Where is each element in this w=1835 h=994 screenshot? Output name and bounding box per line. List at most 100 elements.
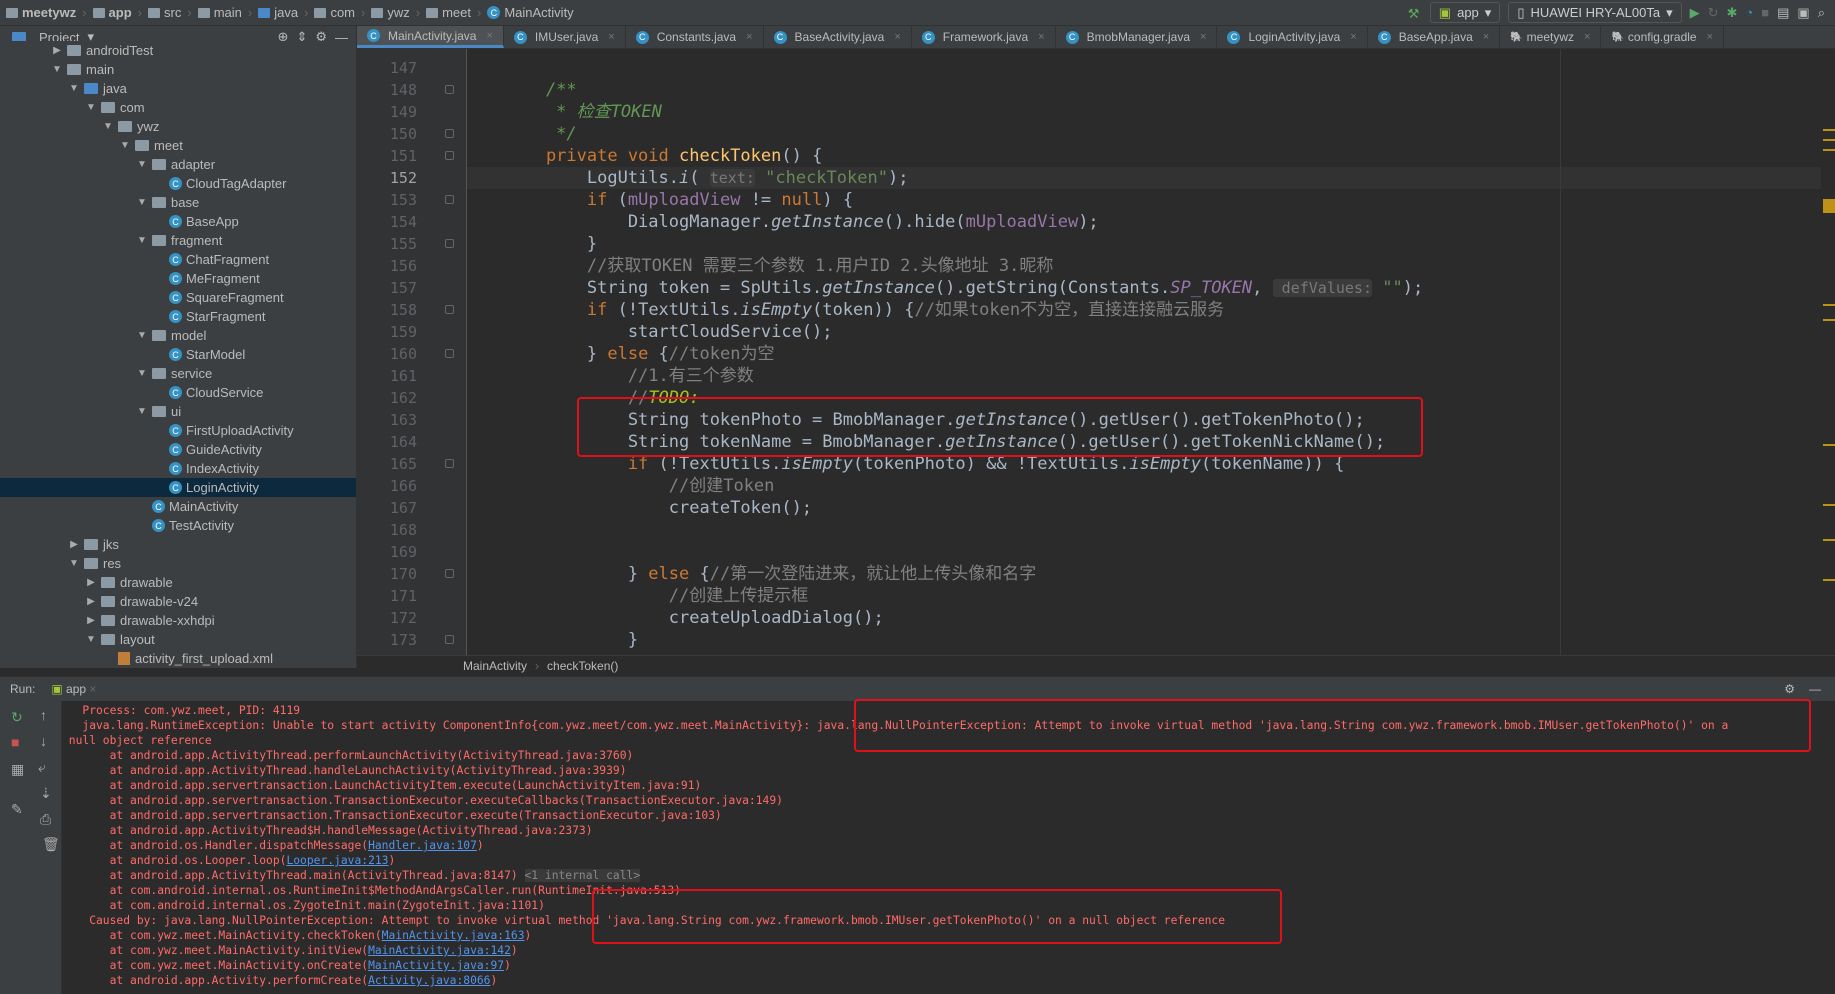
scroll-end-icon[interactable]: ⇣: [40, 785, 52, 802]
fold-marker-icon[interactable]: [445, 195, 454, 204]
tree-item[interactable]: ▼ java: [0, 79, 356, 98]
breadcrumb-item[interactable]: com ›: [314, 5, 365, 20]
chevron-down-icon[interactable]: ▼: [85, 102, 97, 113]
chevron-right-icon[interactable]: ▶: [51, 45, 63, 56]
chevron-right-icon[interactable]: ▶: [85, 596, 97, 607]
tab-constants-java[interactable]: C Constants.java ×: [626, 26, 764, 48]
tree-item[interactable]: C MeFragment: [0, 269, 356, 288]
debug-icon[interactable]: ✱: [1727, 5, 1738, 21]
tab-baseapp-java[interactable]: C BaseApp.java ×: [1368, 26, 1501, 48]
build-hammer-icon[interactable]: ⚒: [1408, 6, 1422, 21]
chevron-down-icon[interactable]: ▼: [68, 83, 80, 94]
chevron-down-icon[interactable]: ▼: [136, 406, 148, 417]
chevron-down-icon[interactable]: ▼: [136, 368, 148, 379]
rerun-icon[interactable]: ↻: [1708, 5, 1719, 21]
close-icon[interactable]: ×: [894, 31, 900, 43]
fold-marker-icon[interactable]: [445, 569, 454, 578]
tree-item[interactable]: C LoginActivity: [0, 478, 356, 497]
minimize-icon[interactable]: —: [1809, 682, 1821, 696]
close-icon[interactable]: ×: [746, 31, 752, 43]
run-tab-app[interactable]: ▣ app ×: [51, 682, 96, 696]
chevron-down-icon[interactable]: ▼: [119, 140, 131, 151]
pin-icon[interactable]: ✎: [11, 801, 23, 818]
fold-marker-icon[interactable]: [445, 129, 454, 138]
close-icon[interactable]: ×: [1584, 31, 1590, 43]
tree-item[interactable]: C BaseApp: [0, 212, 356, 231]
close-icon[interactable]: ×: [1483, 31, 1489, 43]
tab-loginactivity-java[interactable]: C LoginActivity.java ×: [1217, 26, 1368, 48]
tree-item[interactable]: C GuideActivity: [0, 440, 356, 459]
tree-item[interactable]: ▼ res: [0, 554, 356, 573]
tree-item[interactable]: C SquareFragment: [0, 288, 356, 307]
close-icon[interactable]: ×: [608, 31, 614, 43]
breadcrumb-class[interactable]: MainActivity: [463, 659, 527, 673]
tree-item[interactable]: ▼ model: [0, 326, 356, 345]
close-icon[interactable]: ×: [1350, 31, 1356, 43]
stack-trace-link[interactable]: Handler.java:107: [368, 839, 477, 852]
tab-meetywz[interactable]: 🐘 meetywz ×: [1500, 26, 1602, 48]
fold-marker-icon[interactable]: [445, 349, 454, 358]
breadcrumb-item[interactable]: main ›: [197, 5, 252, 20]
tree-item[interactable]: ▼ fragment: [0, 231, 356, 250]
tree-item[interactable]: ▼ ywz: [0, 117, 356, 136]
profile-icon[interactable]: ◔: [1745, 5, 1753, 20]
tab-baseactivity-java[interactable]: C BaseActivity.java ×: [764, 26, 912, 48]
tree-item[interactable]: C TestActivity: [0, 516, 356, 535]
editor-scrollbar[interactable]: [1821, 49, 1835, 655]
layout-icon[interactable]: ▦: [11, 761, 24, 778]
stop-icon[interactable]: ■: [11, 734, 19, 750]
chevron-right-icon[interactable]: ▶: [85, 577, 97, 588]
tree-item[interactable]: ▼ com: [0, 98, 356, 117]
tree-item[interactable]: C StarFragment: [0, 307, 356, 326]
stack-trace-link[interactable]: MainActivity.java:97: [368, 959, 504, 972]
chevron-down-icon[interactable]: ▼: [136, 159, 148, 170]
tree-item[interactable]: ▶ drawable: [0, 573, 356, 592]
rerun-icon[interactable]: ↻: [11, 709, 23, 726]
run-config-select[interactable]: ▣ app ▾: [1429, 2, 1501, 23]
close-icon[interactable]: ×: [1038, 31, 1044, 43]
tree-item[interactable]: C CloudTagAdapter: [0, 174, 356, 193]
tree-item[interactable]: ▶ jks: [0, 535, 356, 554]
tree-item[interactable]: C ChatFragment: [0, 250, 356, 269]
avd-manager-icon[interactable]: ▣: [1797, 5, 1809, 21]
breadcrumb-item[interactable]: src ›: [148, 5, 192, 20]
stop-icon[interactable]: ■: [1761, 5, 1769, 20]
tree-item[interactable]: ▶ drawable-xxhdpi: [0, 611, 356, 630]
fold-marker-icon[interactable]: [445, 635, 454, 644]
soft-wrap-icon[interactable]: ⤶: [38, 759, 46, 776]
breadcrumb-item[interactable]: C MainActivity: [487, 5, 574, 20]
device-select[interactable]: ▯ HUAWEI HRY-AL00Ta ▾: [1508, 2, 1682, 23]
tab-imuser-java[interactable]: C IMUser.java ×: [504, 26, 626, 48]
chevron-down-icon[interactable]: ▼: [102, 121, 114, 132]
down-icon[interactable]: ↓: [40, 733, 47, 749]
tree-item[interactable]: ▼ base: [0, 193, 356, 212]
gear-icon[interactable]: ⚙: [1784, 682, 1795, 696]
tree-item[interactable]: C MainActivity: [0, 497, 356, 516]
trash-icon[interactable]: 🗑: [42, 836, 60, 853]
tree-item[interactable]: activity_first_upload.xml: [0, 649, 356, 668]
fold-marker-icon[interactable]: [445, 305, 454, 314]
tree-item[interactable]: C CloudService: [0, 383, 356, 402]
up-icon[interactable]: ↑: [40, 707, 47, 723]
search-icon[interactable]: ⌕: [1818, 5, 1825, 21]
tree-item[interactable]: ▶ drawable-v24: [0, 592, 356, 611]
chevron-right-icon[interactable]: ▶: [68, 539, 80, 550]
fold-marker-icon[interactable]: [445, 459, 454, 468]
tree-item[interactable]: ▼ meet: [0, 136, 356, 155]
chevron-down-icon[interactable]: ▼: [136, 197, 148, 208]
tab-framework-java[interactable]: C Framework.java ×: [912, 26, 1056, 48]
code-editor[interactable]: /** * 检查TOKEN */ private void checkToken…: [467, 49, 1835, 655]
breadcrumb-item[interactable]: ywz ›: [371, 5, 420, 20]
breadcrumb-item[interactable]: java ›: [258, 5, 308, 20]
stack-trace-link[interactable]: MainActivity.java:142: [368, 944, 511, 957]
breadcrumb-item[interactable]: app ›: [92, 5, 142, 20]
tree-item[interactable]: ▼ main: [0, 60, 356, 79]
print-icon[interactable]: ⎙: [40, 811, 51, 828]
close-icon[interactable]: ×: [1707, 31, 1713, 43]
fold-marker-icon[interactable]: [445, 151, 454, 160]
sdk-manager-icon[interactable]: ▤: [1777, 5, 1789, 21]
tab-mainactivity-java[interactable]: C MainActivity.java ×: [357, 26, 504, 48]
tree-item[interactable]: C StarModel: [0, 345, 356, 364]
tree-item[interactable]: C IndexActivity: [0, 459, 356, 478]
chevron-down-icon[interactable]: ▼: [51, 64, 63, 75]
